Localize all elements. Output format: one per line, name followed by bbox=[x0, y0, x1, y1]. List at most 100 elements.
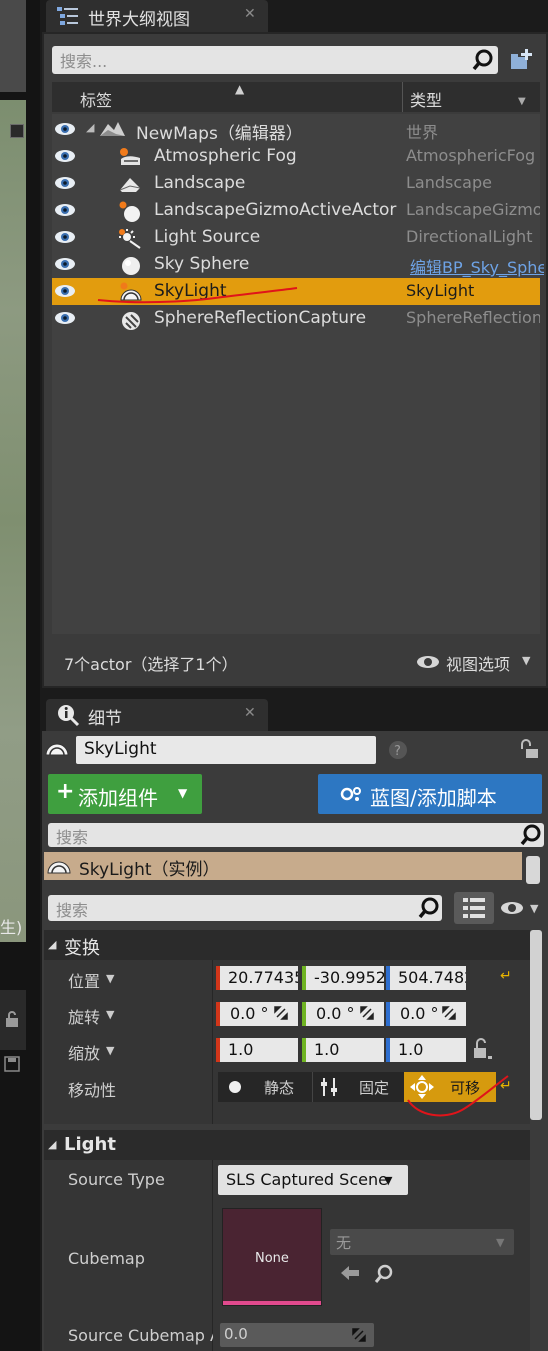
level-viewport[interactable] bbox=[0, 100, 26, 942]
add-component-button[interactable]: + 添加组件 ▼ bbox=[48, 774, 202, 814]
landscape-icon bbox=[118, 174, 144, 194]
list-item[interactable]: Light Source DirectionalLight bbox=[52, 224, 540, 251]
outliner-status-bar: 7个actor（选择了1个） 视图选项 ▼ bbox=[52, 644, 540, 678]
maximize-icon[interactable] bbox=[10, 124, 24, 138]
scale-x-field[interactable]: 1.0 bbox=[220, 1038, 298, 1062]
use-selected-arrow-icon[interactable] bbox=[340, 1264, 360, 1282]
lock-icon[interactable] bbox=[4, 1010, 20, 1028]
source-type-dropdown[interactable]: SLS Captured Scene ▼ bbox=[218, 1165, 408, 1195]
eye-visibility-icon[interactable] bbox=[54, 202, 76, 218]
source-cubemap-angle-field[interactable]: 0.0 bbox=[220, 1323, 374, 1347]
sort-ascending-icon: ▲ bbox=[235, 82, 245, 96]
rotation-z-field[interactable]: 0.0 ° bbox=[390, 1002, 466, 1026]
component-search-input[interactable]: 搜索 bbox=[48, 823, 544, 847]
chevron-down-icon[interactable]: ▼ bbox=[106, 1008, 114, 1021]
sliders-icon bbox=[319, 1077, 341, 1097]
blueprint-add-script-button[interactable]: 蓝图/添加脚本 bbox=[318, 774, 542, 814]
help-icon[interactable]: ? bbox=[388, 740, 408, 760]
tab-details[interactable]: 细节 ✕ bbox=[46, 699, 268, 731]
outliner-icon bbox=[56, 5, 80, 27]
search-placeholder: 搜索 bbox=[56, 901, 89, 920]
eye-visibility-icon[interactable] bbox=[54, 283, 76, 299]
position-z-field[interactable]: 504.7482 bbox=[390, 966, 466, 990]
chevron-down-icon[interactable]: ▼ bbox=[106, 972, 114, 985]
transform-section-header[interactable]: ◢ 变换 bbox=[44, 930, 530, 960]
scrollbar-thumb[interactable] bbox=[526, 856, 540, 884]
list-item[interactable]: ◢ NewMaps（编辑器） 世界 bbox=[52, 116, 540, 144]
browse-search-icon[interactable] bbox=[374, 1264, 394, 1284]
eye-visibility-icon[interactable] bbox=[54, 256, 76, 272]
save-icon[interactable] bbox=[4, 1056, 20, 1072]
position-y-field[interactable]: -30.9952 bbox=[306, 966, 384, 990]
plus-icon: + bbox=[56, 779, 75, 804]
search-icon[interactable] bbox=[472, 49, 494, 71]
row-type: LandscapeGizmo bbox=[406, 200, 540, 219]
eye-visibility-icon[interactable] bbox=[54, 310, 76, 326]
tab-title: 世界大纲视图 bbox=[88, 10, 190, 30]
viewport-text: 生) bbox=[0, 918, 23, 937]
close-icon[interactable]: ✕ bbox=[244, 705, 256, 721]
tab-world-outliner[interactable]: 世界大纲视图 ✕ bbox=[46, 0, 268, 32]
mobility-stationary-option[interactable]: 固定 bbox=[312, 1072, 404, 1102]
scale-z-field[interactable]: 1.0 bbox=[390, 1038, 466, 1062]
actor-name-input[interactable]: SkyLight bbox=[76, 736, 376, 764]
reset-arrow-icon[interactable]: ↵ bbox=[500, 968, 512, 984]
search-icon[interactable] bbox=[520, 824, 542, 846]
add-folder-icon[interactable] bbox=[508, 48, 534, 72]
search-placeholder: 搜索... bbox=[60, 52, 108, 71]
details-scrollbar[interactable] bbox=[530, 930, 542, 1120]
list-item[interactable]: LandscapeGizmoActiveActor LandscapeGizmo bbox=[52, 197, 540, 224]
list-item[interactable]: SphereReflectionCapture SphereReflection… bbox=[52, 305, 540, 332]
eye-visibility-icon[interactable] bbox=[54, 229, 76, 245]
row-type: DirectionalLight bbox=[406, 227, 533, 246]
sky-light-icon bbox=[44, 738, 70, 758]
scale-y-field[interactable]: 1.0 bbox=[306, 1038, 384, 1062]
collapse-arrow-icon[interactable]: ◢ bbox=[86, 121, 94, 134]
eye-visibility-icon[interactable] bbox=[54, 175, 76, 191]
annotation-underline-mark bbox=[97, 287, 298, 304]
column-divider[interactable] bbox=[402, 82, 403, 112]
eye-icon[interactable] bbox=[500, 900, 526, 916]
list-item[interactable]: Sky Sphere 编辑BP_Sky_Sphere bbox=[52, 251, 544, 278]
rotation-y-field[interactable]: 0.0 ° bbox=[306, 1002, 384, 1026]
sky-light-icon bbox=[46, 856, 72, 876]
eye-icon[interactable] bbox=[416, 654, 440, 670]
chevron-down-icon[interactable]: ▼ bbox=[522, 654, 530, 667]
gear-icon bbox=[340, 785, 362, 803]
annotation-check-mark bbox=[407, 1075, 509, 1117]
search-icon[interactable] bbox=[418, 897, 440, 919]
cubemap-asset-dropdown[interactable]: 无 ▼ bbox=[330, 1229, 514, 1255]
lock-icon[interactable] bbox=[518, 738, 540, 760]
outliner-search-input[interactable]: 搜索... bbox=[52, 46, 498, 74]
eye-visibility-icon[interactable] bbox=[54, 121, 76, 137]
chevron-down-icon: ▼ bbox=[178, 786, 188, 800]
sky-sphere-icon bbox=[118, 255, 144, 277]
light-section-header[interactable]: ◢ Light bbox=[44, 1130, 530, 1160]
component-instance-item[interactable]: SkyLight（实例） bbox=[44, 852, 522, 880]
list-item[interactable]: Landscape Landscape bbox=[52, 170, 540, 197]
rotation-x-field[interactable]: 0.0 ° bbox=[220, 1002, 298, 1026]
column-options-icon[interactable]: ▼ bbox=[518, 96, 526, 107]
grid-view-button[interactable] bbox=[454, 892, 494, 924]
cubemap-thumbnail[interactable]: None bbox=[222, 1208, 322, 1306]
drag-handle-icon bbox=[360, 1006, 374, 1020]
view-options-button[interactable]: 视图选项 bbox=[446, 651, 510, 675]
edit-blueprint-link[interactable]: 编辑BP_Sky_Sphere bbox=[410, 254, 544, 278]
chevron-down-icon[interactable]: ▼ bbox=[106, 1044, 114, 1057]
column-type-header[interactable]: 类型 bbox=[410, 87, 442, 111]
position-x-field[interactable]: 20.77435 bbox=[220, 966, 298, 990]
actor-count-text: 7个actor（选择了1个） bbox=[64, 655, 238, 674]
static-dot-icon bbox=[228, 1080, 242, 1094]
row-type: SkyLight bbox=[406, 281, 475, 300]
close-icon[interactable]: ✕ bbox=[244, 6, 256, 22]
lock-ratio-icon[interactable] bbox=[472, 1036, 494, 1062]
details-info-icon bbox=[56, 703, 80, 727]
chevron-down-icon[interactable]: ▼ bbox=[530, 902, 538, 915]
mobility-static-option[interactable]: 静态 bbox=[218, 1072, 312, 1102]
row-label: NewMaps（编辑器） bbox=[136, 124, 303, 144]
property-search-input[interactable]: 搜索 bbox=[48, 895, 442, 921]
eye-visibility-icon[interactable] bbox=[54, 148, 76, 164]
column-divider bbox=[212, 960, 213, 1124]
column-label-header[interactable]: 标签 bbox=[80, 87, 112, 111]
list-item[interactable]: Atmospheric Fog AtmosphericFog bbox=[52, 143, 540, 170]
